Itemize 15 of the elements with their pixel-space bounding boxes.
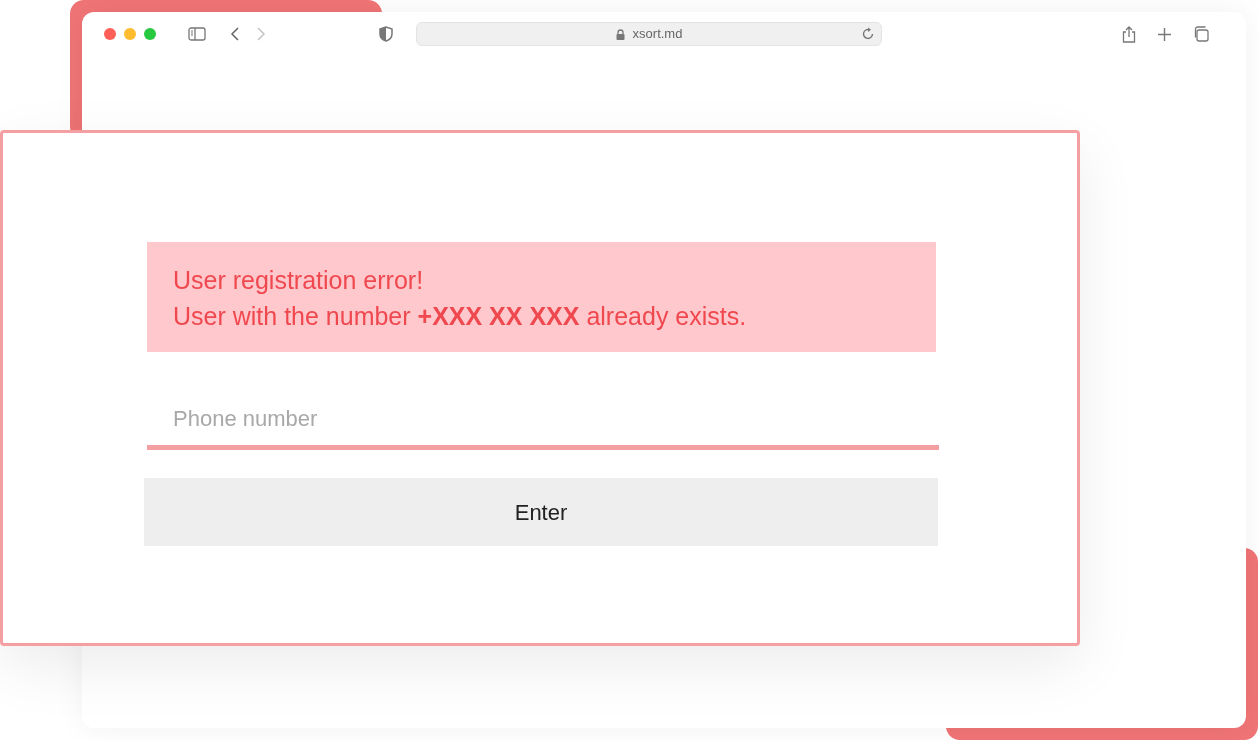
close-button[interactable] xyxy=(104,28,116,40)
shield-icon[interactable] xyxy=(379,26,393,42)
maximize-button[interactable] xyxy=(144,28,156,40)
enter-button[interactable]: Enter xyxy=(144,478,938,546)
address-bar[interactable]: xsort.md xyxy=(416,22,882,46)
tabs-icon[interactable] xyxy=(1193,26,1209,42)
share-icon[interactable] xyxy=(1122,25,1136,43)
sidebar-icon[interactable] xyxy=(188,27,206,41)
alert-text: User with the number +XXX XX XXX already exists. xyxy=(173,301,748,332)
alert-text: User registration error! xyxy=(173,265,425,296)
lock-icon xyxy=(615,28,625,40)
back-icon[interactable] xyxy=(230,27,240,41)
url-text: xsort.md xyxy=(632,25,683,44)
plus-icon[interactable] xyxy=(1158,27,1171,41)
reload-icon[interactable] xyxy=(861,27,875,41)
